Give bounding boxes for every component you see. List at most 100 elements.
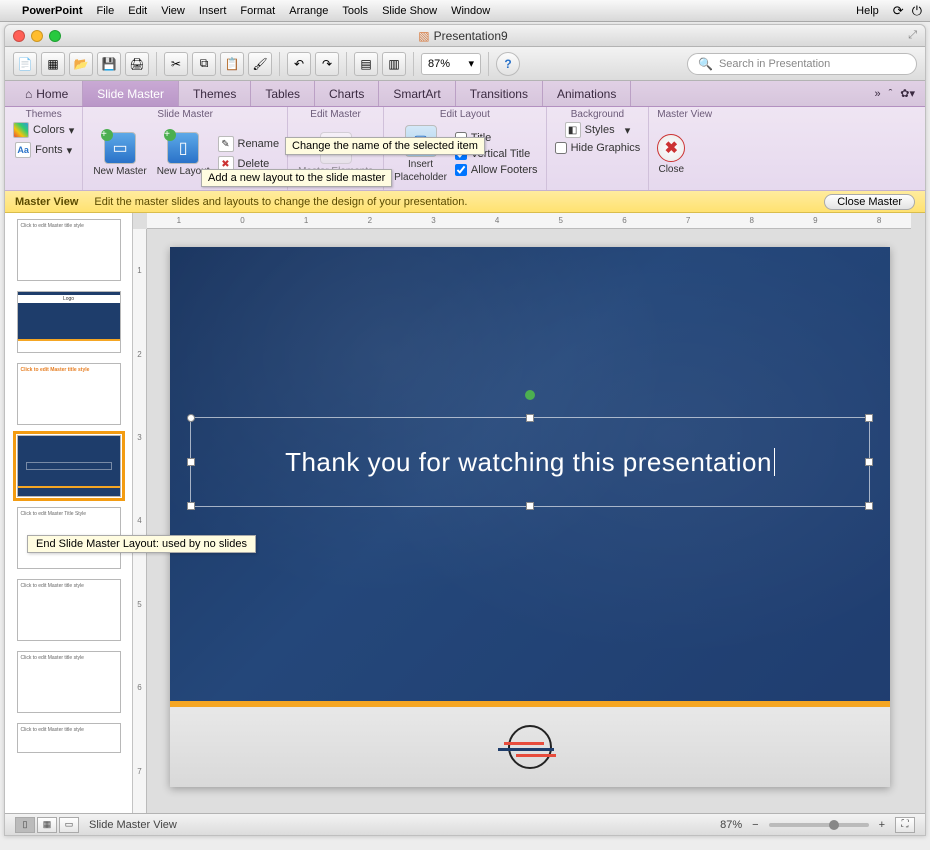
zoom-out-button[interactable]: − [752,819,758,831]
menu-format[interactable]: Format [240,5,275,17]
thumbnail-3[interactable]: Click to edit Master title style [17,363,121,425]
menu-arrange[interactable]: Arrange [289,5,328,17]
rename-icon: ✎ [218,136,234,152]
new-slide-button[interactable]: ▤ [354,52,378,76]
document-icon: ▧ [418,29,429,43]
rename-button[interactable]: ✎Rename [218,136,280,152]
slideshow-view-button[interactable]: ▭ [59,817,79,833]
redo-button[interactable]: ↷ [315,52,339,76]
tab-tables[interactable]: Tables [251,81,315,106]
resize-handle-tl[interactable] [187,414,195,422]
open-button[interactable]: 📂 [69,52,93,76]
horizontal-ruler: 101234567898 [147,213,911,229]
menu-insert[interactable]: Insert [199,5,227,17]
tab-themes[interactable]: Themes [179,81,251,106]
slide-canvas[interactable]: Thank you for watching this presentation [155,237,905,803]
status-bar: ▯ ▦ ▭ Slide Master View 87% − + ⛶ [5,813,925,835]
fonts-icon: Aa [15,142,31,158]
new-layout-icon: ▯+ [167,132,199,164]
resize-handle-bl[interactable] [187,502,195,510]
resize-handle-tm[interactable] [526,414,534,422]
thumbnail-4-selected[interactable] [17,435,121,497]
search-placeholder: Search in Presentation [719,58,830,70]
tab-charts[interactable]: Charts [315,81,379,106]
master-view-info-bar: Master View Edit the master slides and l… [5,191,925,213]
menu-help[interactable]: Help [856,5,879,17]
menu-slideshow[interactable]: Slide Show [382,5,437,17]
thumbnail-6[interactable]: Click to edit Master title style [17,579,121,641]
menu-window[interactable]: Window [451,5,490,17]
ribbon-body: Themes Colors ▾ AaFonts ▾ Slide Master ▭… [5,107,925,191]
thumbnail-7[interactable]: Click to edit Master title style [17,651,121,713]
copy-button[interactable]: ⧉ [192,52,216,76]
close-master-view-button[interactable]: ✖ Close [657,134,685,175]
logo-icon [498,727,562,767]
menubar-sync-icon[interactable]: ⟳ [893,3,904,19]
app-menu[interactable]: PowerPoint [22,5,83,17]
slide-title-text[interactable]: Thank you for watching this presentation [285,447,772,478]
zoom-in-button[interactable]: + [879,819,885,831]
paste-button[interactable]: 📋 [220,52,244,76]
fonts-dropdown[interactable]: AaFonts ▾ [15,142,72,158]
help-button[interactable]: ? [496,52,520,76]
colors-dropdown[interactable]: Colors ▾ [13,122,74,138]
thumbnail-2[interactable]: Logo [17,291,121,353]
new-master-button[interactable]: ▭+ New Master [91,130,148,179]
allow-footers-checkbox[interactable]: Allow Footers [455,164,538,176]
resize-handle-tr[interactable] [865,414,873,422]
status-zoom-label: 87% [720,819,742,831]
save-button[interactable]: 💾 [97,52,121,76]
tab-smartart[interactable]: SmartArt [379,81,455,106]
thumbnail-1[interactable]: Click to edit Master title style [17,219,121,281]
thumbnail-panel[interactable]: Click to edit Master title style Logo Cl… [5,213,133,813]
slide[interactable]: Thank you for watching this presentation [170,247,890,787]
resize-handle-bm[interactable] [526,502,534,510]
thumbnail-8[interactable]: Click to edit Master title style [17,723,121,753]
section-button[interactable]: ▥ [382,52,406,76]
resize-handle-ml[interactable] [187,458,195,466]
text-cursor [774,448,775,476]
template-button[interactable]: ▦ [41,52,65,76]
tab-animations[interactable]: Animations [543,81,631,106]
resize-handle-mr[interactable] [865,458,873,466]
search-field[interactable]: 🔍 Search in Presentation [687,53,917,75]
ribbon-overflow-icon[interactable]: » [874,88,880,100]
zoom-combo[interactable]: 87%▾ [421,53,481,75]
tab-transitions[interactable]: Transitions [456,81,543,106]
close-master-button[interactable]: Close Master [824,194,915,210]
slide-canvas-area: 101234567898 1234567 [133,213,925,813]
ribbon-collapse-icon[interactable]: ˆ [889,88,893,100]
fit-to-window-button[interactable]: ⛶ [895,817,915,833]
menu-tools[interactable]: Tools [342,5,368,17]
menu-edit[interactable]: Edit [128,5,147,17]
menu-view[interactable]: View [161,5,185,17]
colors-icon [13,122,29,138]
ribbon-tabs: Home Slide Master Themes Tables Charts S… [5,81,925,107]
normal-view-button[interactable]: ▯ [15,817,35,833]
window-zoom-button[interactable] [49,30,61,42]
title-textbox[interactable]: Thank you for watching this presentation [190,417,870,507]
zoom-slider-knob[interactable] [829,820,839,830]
window-minimize-button[interactable] [31,30,43,42]
menu-file[interactable]: File [97,5,115,17]
hide-graphics-checkbox[interactable]: Hide Graphics [555,142,641,154]
tab-home[interactable]: Home [11,81,83,106]
tab-slide-master[interactable]: Slide Master [83,81,179,106]
cut-button[interactable]: ✂ [164,52,188,76]
fullscreen-icon[interactable]: ⤢ [865,29,925,42]
rotate-handle[interactable] [525,390,535,400]
window-close-button[interactable] [13,30,25,42]
resize-handle-br[interactable] [865,502,873,510]
format-painter-button[interactable]: 🖌 [248,52,272,76]
ribbon-group-themes: Themes Colors ▾ AaFonts ▾ [5,107,83,190]
ribbon-settings-icon[interactable]: ✿▾ [900,87,915,100]
undo-button[interactable]: ↶ [287,52,311,76]
layout-tooltip: End Slide Master Layout: used by no slid… [27,535,256,553]
styles-dropdown[interactable]: ◧Styles ▾ [565,122,631,138]
print-button[interactable]: 🖨 [125,52,149,76]
zoom-slider[interactable] [769,823,869,827]
status-label: Slide Master View [89,819,177,831]
menubar-power-icon[interactable]: ⏻ [912,3,922,19]
new-button[interactable]: 📄 [13,52,37,76]
sorter-view-button[interactable]: ▦ [37,817,57,833]
